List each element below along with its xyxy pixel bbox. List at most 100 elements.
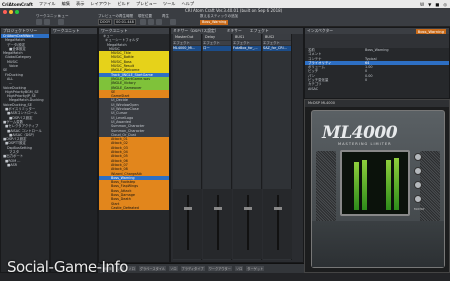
mixer-panel: ミキサー（DSPバス設定） ミキサー エフェクト MasterOut エフェクト M… bbox=[170, 27, 304, 263]
bottom-bar-button[interactable]: ブラディタイプ bbox=[180, 266, 205, 271]
plugin-faceplate: ML4000 MASTERING LIMITER McDSP bbox=[311, 110, 445, 268]
bottom-bar-button[interactable]: ターゲット bbox=[246, 266, 265, 271]
meter-bar-1 bbox=[354, 162, 359, 210]
play-icon[interactable] bbox=[140, 19, 146, 25]
inspector-controls[interactable] bbox=[305, 34, 449, 48]
fader-handle[interactable] bbox=[183, 207, 192, 210]
mixer-channel: Delay エフェクト ロー bbox=[203, 34, 232, 260]
channel-name: BUS1 bbox=[233, 34, 261, 40]
mixer-bottom-bar: MUTE ソロ ソロ グラベースタイル ソロ ブラディタイプ ワークアウター ソロ ターゲット bbox=[100, 263, 304, 273]
project-tree-list: CriAtomCraftWork MegaMatch データ/設定 ■全体設定 Mega… bbox=[1, 34, 49, 167]
zoom-window-icon[interactable] bbox=[15, 10, 19, 14]
status-icon-1[interactable]: W bbox=[420, 2, 424, 7]
position-field[interactable]: 00:01.448 bbox=[114, 19, 136, 25]
menu-file[interactable]: ファイル bbox=[39, 1, 56, 7]
effect-insert[interactable]: FutzBox_for_... bbox=[233, 46, 261, 51]
toolbar-label-add: 数えるスティックの追加 bbox=[200, 14, 239, 18]
effect-slot[interactable]: エフェクト bbox=[203, 41, 231, 46]
project-tree-item[interactable]: ■ASR bbox=[1, 163, 49, 167]
channel-name: BUS2 bbox=[263, 34, 291, 40]
minimize-window-icon[interactable] bbox=[9, 10, 13, 14]
fader-handle[interactable] bbox=[213, 207, 222, 210]
fader-handle[interactable] bbox=[243, 207, 252, 210]
stop-icon[interactable] bbox=[148, 19, 154, 25]
meter-bar-3 bbox=[386, 160, 391, 210]
gain-knob[interactable] bbox=[414, 195, 422, 203]
effect-slot[interactable]: エフェクト bbox=[173, 41, 201, 46]
mixer-channel: BUS2 エフェクト SAZ_for_CRI... bbox=[263, 34, 292, 260]
effect-insert[interactable]: ML4000_Mi... bbox=[173, 46, 201, 51]
menu-edit[interactable]: 編集 bbox=[62, 1, 70, 7]
effect-insert[interactable]: ロー bbox=[203, 46, 231, 51]
menu-build[interactable]: ビルド bbox=[117, 1, 130, 7]
menu-tools[interactable]: ツール bbox=[163, 1, 176, 7]
window-title: CRI Atom Craft Ver.3.40.01 (built on Sep… bbox=[185, 8, 283, 13]
menu-app[interactable]: CriAtomCraft bbox=[2, 2, 33, 7]
cue-tree-list: キュー キューシートフォルダ MegaMatch MUSIC MUSIC_Title MU… bbox=[99, 34, 169, 211]
menu-layout[interactable]: レイアウト bbox=[90, 1, 111, 7]
status-icon-4[interactable]: ◎ bbox=[443, 2, 447, 7]
cue-list-panel: ワークユニット キュー キューシートフォルダ MegaMatch MUSIC MUSIC… bbox=[98, 27, 170, 263]
ceiling-knob[interactable] bbox=[414, 167, 422, 175]
plugin-window-title: McDSP ML4000 bbox=[305, 100, 449, 107]
menu-preview[interactable]: プレビュー bbox=[136, 1, 157, 7]
effect-slot[interactable]: エフェクト bbox=[263, 41, 291, 46]
plugin-brand: McDSP bbox=[414, 207, 425, 211]
level-meter-window bbox=[340, 150, 410, 216]
cue-button[interactable] bbox=[44, 19, 50, 25]
menu-view[interactable]: 表示 bbox=[76, 1, 84, 7]
bottom-bar-button[interactable]: グラベースタイル bbox=[138, 266, 167, 271]
mixer-channels: MasterOut エフェクト ML4000_Mi... Delay エフェクト ロー BU… bbox=[171, 34, 303, 260]
inspector-title: インスペクター bbox=[307, 28, 334, 33]
inspector-value[interactable]: Boss_Warning bbox=[365, 48, 389, 52]
effect-slot[interactable]: エフェクト bbox=[233, 41, 261, 46]
mixer-channel: MasterOut エフェクト ML4000_Mi... bbox=[173, 34, 202, 260]
release-knob[interactable] bbox=[414, 181, 422, 189]
bottom-bar-button[interactable]: ソロ bbox=[127, 266, 136, 271]
meter-bar-2 bbox=[362, 160, 367, 210]
inspector-key: AISAC bbox=[308, 86, 319, 91]
fader-track bbox=[216, 195, 219, 250]
mixer-channel: BUS1 エフェクト FutzBox_for_... bbox=[233, 34, 262, 260]
status-icon-2[interactable]: ▼ bbox=[428, 2, 431, 7]
work-unit-header: ワークユニット bbox=[51, 28, 97, 34]
inspector-table: 名前 Boss_Warning コメント コンテナ Typical プライオリティ 64 ボリ… bbox=[305, 48, 449, 91]
fader-section bbox=[233, 189, 262, 259]
inspector-panel: インスペクター Boss_Warning 名前 Boss_Warning コメントコ… bbox=[304, 27, 450, 99]
meter-bar-4 bbox=[394, 158, 399, 210]
cue-item[interactable]: Castle_Defeated bbox=[99, 205, 169, 211]
current-cue-badge[interactable]: Boss_Warning bbox=[200, 20, 228, 25]
fader-track bbox=[186, 195, 189, 250]
work-unit-panel: ワークユニット bbox=[50, 27, 98, 273]
toolbar-label-play: 再生 bbox=[162, 14, 169, 18]
plugin-subtitle: MASTERING LIMITER bbox=[338, 142, 392, 146]
menu-help[interactable]: ヘルプ bbox=[181, 1, 194, 7]
inspector-value[interactable]: 0 bbox=[365, 78, 367, 82]
inspector-cue-badge: Boss_Warning bbox=[415, 28, 446, 34]
pause-icon[interactable] bbox=[156, 19, 162, 25]
watermark-text: Social-Game-Info bbox=[7, 258, 128, 276]
fader-section bbox=[173, 189, 202, 259]
channel-name: Delay bbox=[203, 34, 231, 40]
bottom-bar-button[interactable]: ワークアウター bbox=[207, 266, 232, 271]
new-button[interactable] bbox=[58, 19, 64, 25]
plugin-title: ML4000 bbox=[322, 123, 398, 143]
fader-track bbox=[276, 195, 279, 250]
effect-insert[interactable]: SAZ_for_CRI... bbox=[263, 46, 291, 51]
threshold-knob[interactable] bbox=[414, 153, 422, 161]
add-icon[interactable] bbox=[170, 19, 176, 25]
bottom-bar-button[interactable]: ソロ bbox=[169, 266, 178, 271]
fader-section bbox=[203, 189, 232, 259]
plugin-window: McDSP ML4000 ML4000 MASTERING LIMITER Mc… bbox=[304, 99, 450, 273]
channel-name: MasterOut bbox=[173, 34, 201, 40]
menu-bar: CriAtomCraft ファイル 編集 表示 レイアウト ビルド プレビュー … bbox=[0, 0, 450, 8]
workunit-button[interactable] bbox=[36, 19, 42, 25]
close-window-icon[interactable] bbox=[3, 10, 7, 14]
fader-section bbox=[263, 189, 292, 259]
project-tree-panel: プロジェクトツリー CriAtomCraftWork MegaMatch データ/設… bbox=[0, 27, 50, 273]
preview-time-field[interactable]: DOOY bbox=[98, 19, 112, 25]
fader-handle[interactable] bbox=[273, 207, 282, 210]
status-icon-3[interactable]: ■ bbox=[435, 2, 439, 7]
inspector-row[interactable]: AISAC bbox=[305, 87, 449, 91]
bottom-bar-button[interactable]: ソロ bbox=[234, 266, 244, 271]
